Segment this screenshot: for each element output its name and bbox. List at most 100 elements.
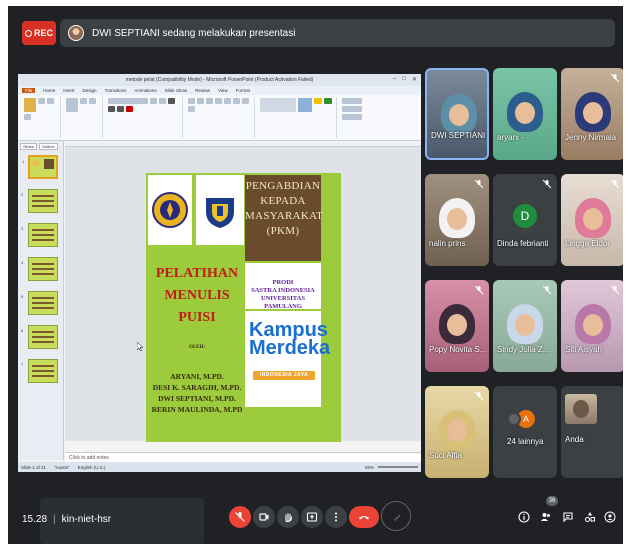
shared-screen: metode pelat (Compatibility Mode) - Micr… bbox=[18, 74, 421, 472]
pencil-icon bbox=[394, 514, 401, 521]
tab-home: Home bbox=[43, 88, 56, 93]
participant-name: Popy Novita S... bbox=[429, 345, 487, 354]
slide-thumbnail[interactable]: 5 bbox=[21, 291, 58, 315]
clock-time: 15.28 bbox=[22, 514, 48, 525]
zoom-control[interactable]: 56% bbox=[365, 465, 418, 470]
slides-panel: Slides Outline 1 2 3 4 5 6 7 bbox=[18, 141, 64, 460]
participant-tile[interactable]: aryani - bbox=[493, 68, 557, 160]
participant-count-badge: 36 bbox=[546, 496, 558, 506]
ribbon-tabs: File Home Insert Design Transitions Anim… bbox=[18, 86, 421, 95]
more-options-button[interactable] bbox=[325, 506, 347, 528]
slide-thumbnail[interactable]: 7 bbox=[21, 359, 58, 383]
meeting-code[interactable]: kin-niet-hsr bbox=[62, 514, 111, 525]
ribbon-group-slides bbox=[63, 97, 103, 138]
zoom-level: 56% bbox=[364, 464, 374, 470]
chat-icon bbox=[563, 512, 573, 523]
others-tile[interactable]: A 24 lainnya bbox=[493, 386, 557, 478]
end-call-button[interactable] bbox=[349, 506, 379, 528]
presenter-text: DWI SEPTIANI sedang melakukan presentasi bbox=[92, 27, 296, 39]
zoom-slider[interactable] bbox=[378, 466, 418, 468]
participant-tile[interactable]: Lingga Eldor bbox=[561, 174, 623, 266]
participant-name: Sindy Julia Z... bbox=[497, 345, 550, 354]
info-icon bbox=[518, 511, 530, 523]
language: English (U.S.) bbox=[77, 464, 106, 470]
activities-button[interactable] bbox=[582, 509, 598, 525]
participant-name: Anda bbox=[565, 435, 584, 444]
slide-thumbnail[interactable]: 3 bbox=[21, 223, 58, 247]
notes-pane[interactable]: Click to add notes bbox=[65, 452, 421, 462]
close-icon: ✕ bbox=[411, 77, 417, 83]
pkm-heading: PENGABDIAN KEPADA MASYARAKAT (PKM) bbox=[245, 175, 323, 261]
meeting-info: 15.28 | kin-niet-hsr bbox=[22, 514, 112, 525]
avatar bbox=[68, 25, 84, 41]
maximize-icon: □ bbox=[402, 76, 406, 82]
unpam-logo bbox=[196, 175, 244, 245]
window-title: metode pelat (Compatibility Mode) - Micr… bbox=[125, 77, 314, 83]
people-button[interactable] bbox=[538, 509, 554, 525]
mic-off-icon bbox=[474, 391, 484, 401]
self-tile[interactable]: Anda bbox=[561, 386, 623, 478]
ribbon-group-clipboard bbox=[21, 97, 61, 138]
mic-off-icon bbox=[474, 285, 484, 295]
slide-canvas: PENGABDIAN KEPADA MASYARAKAT (PKM) PELAT… bbox=[65, 141, 421, 442]
participant-name: Suci Alfia bbox=[429, 451, 462, 460]
participant-name: Dinda febrianti bbox=[497, 239, 549, 248]
slide-thumbnail[interactable]: 2 bbox=[21, 189, 58, 213]
people-icon bbox=[541, 513, 550, 521]
camera-button[interactable] bbox=[253, 506, 275, 528]
authors-list: ARYANI, M.PD. DESI K. SARAGIH, M.PD. DWI… bbox=[151, 372, 243, 414]
tab-transitions: Transitions bbox=[104, 88, 127, 93]
tab-design: Design bbox=[82, 88, 97, 93]
powerpoint-statusbar: Slide 1 of 21 "Austin" English (U.S.) 56… bbox=[18, 462, 421, 472]
tab-outline[interactable]: Outline bbox=[38, 143, 58, 150]
mic-off-icon bbox=[474, 179, 484, 189]
shapes-icon bbox=[585, 512, 595, 522]
participant-tile[interactable]: D Dinda febrianti bbox=[493, 174, 557, 266]
minimize-icon: – bbox=[393, 76, 397, 82]
crest-icon bbox=[206, 198, 234, 228]
camera-icon bbox=[259, 513, 269, 521]
ribbon-group-paragraph bbox=[185, 97, 255, 138]
participant-tile[interactable]: nalin prins bbox=[425, 174, 489, 266]
participant-tile[interactable]: Jenny Nirmala bbox=[561, 68, 623, 160]
more-vert-icon bbox=[335, 512, 337, 522]
prodi-text: PRODI SASTRA INDONESIA UNIVERSITAS PAMUL… bbox=[245, 263, 321, 310]
kampus-merdeka-logo: Kampus Merdeka INDONESIA JAYA bbox=[245, 311, 330, 407]
participant-tile[interactable]: Suci Alfia bbox=[425, 386, 489, 478]
participant-tile[interactable]: DWI SEPTIANI bbox=[425, 68, 489, 160]
slide-thumbnail[interactable]: 4 bbox=[21, 257, 58, 281]
participant-tile[interactable]: Siti Aisyah bbox=[561, 280, 623, 372]
tab-format: Format bbox=[235, 88, 250, 93]
indonesia-jaya-band: INDONESIA JAYA bbox=[253, 371, 315, 380]
chat-button[interactable] bbox=[560, 509, 576, 525]
host-controls-button[interactable] bbox=[602, 509, 618, 525]
mouse-cursor-icon bbox=[137, 342, 143, 351]
avatar bbox=[507, 412, 521, 426]
tab-animations: Animations bbox=[134, 88, 157, 93]
powerpoint-titlebar: metode pelat (Compatibility Mode) - Micr… bbox=[18, 74, 421, 86]
participant-tile[interactable]: Popy Novita S... bbox=[425, 280, 489, 372]
tab-file: File bbox=[22, 88, 36, 93]
others-count: 24 lainnya bbox=[507, 437, 544, 446]
lock-person-icon bbox=[604, 511, 616, 523]
mic-off-icon bbox=[610, 73, 620, 83]
mic-off-icon bbox=[542, 179, 552, 189]
tab-slides[interactable]: Slides bbox=[20, 143, 37, 150]
by-label: OLEH: bbox=[188, 345, 206, 350]
record-icon bbox=[24, 29, 32, 37]
participant-tile[interactable]: Sindy Julia Z... bbox=[493, 280, 557, 372]
raise-hand-button[interactable] bbox=[277, 506, 299, 528]
slide-thumbnail[interactable]: 1 bbox=[22, 155, 58, 179]
mic-button[interactable] bbox=[229, 506, 251, 528]
slide-thumbnail[interactable]: 6 bbox=[21, 325, 58, 349]
meeting-details-button[interactable] bbox=[516, 509, 532, 525]
ruler bbox=[65, 141, 421, 147]
participant-name: Jenny Nirmala bbox=[565, 133, 617, 142]
present-button[interactable] bbox=[301, 506, 323, 528]
meet-window: REC DWI SEPTIANI sedang melakukan presen… bbox=[8, 6, 623, 544]
theme-name: "Austin" bbox=[54, 464, 70, 470]
panel-tabs: Slides Outline bbox=[18, 141, 63, 152]
current-slide[interactable]: PENGABDIAN KEPADA MASYARAKAT (PKM) PELAT… bbox=[146, 173, 341, 442]
participant-name: Lingga Eldor bbox=[565, 239, 610, 248]
presenter-banner: DWI SEPTIANI sedang melakukan presentasi bbox=[60, 19, 615, 47]
